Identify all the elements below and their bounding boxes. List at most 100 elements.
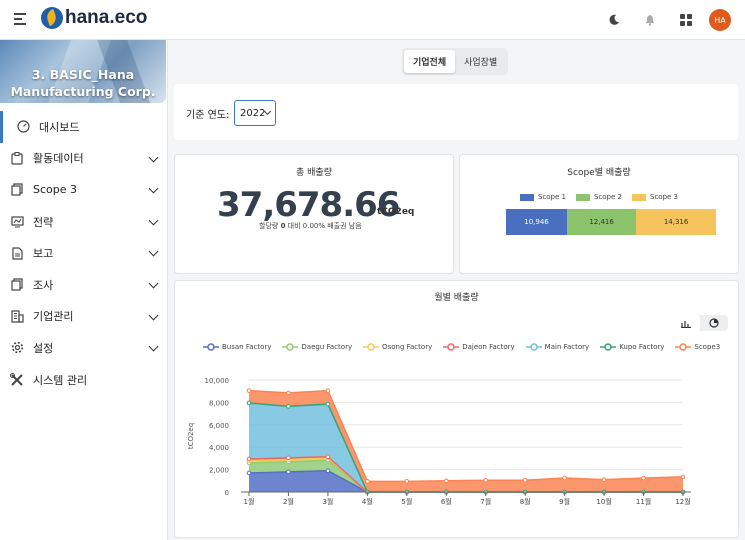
x-tick-label: 10월 [596,497,611,506]
x-tick-label: 2월 [283,497,294,506]
sidebar-item-label: 시스템 관리 [33,373,88,387]
logo-text: hana.eco [65,7,148,28]
chevron-down-icon [148,341,159,352]
x-tick-label: 12월 [675,497,690,506]
data-point [325,388,331,393]
x-tick-label: 7월 [480,497,491,506]
data-point [680,474,686,480]
menu-icon[interactable] [14,13,26,25]
y-tick-label: 0 [225,489,229,497]
monthly-area-chart: 0 2,000 4,000 6,000 8,000 10,000 tCO2eq 1월 2월 3월 4… [187,377,691,506]
total-emissions-unit: tCO2eq [377,207,415,217]
data-point [286,455,291,461]
view-tabs: 기업전체 사업장별 [402,48,509,75]
data-point [601,477,607,482]
data-point [246,456,252,462]
year-select[interactable]: 2022 [234,100,276,126]
x-tick-label: 9월 [559,497,570,506]
x-tick-label: 1월 [244,497,255,506]
y-tick-label: 8,000 [209,399,229,407]
scope-emissions-title: Scope별 배출량 [567,168,631,178]
sidebar-item-label: 전략 [33,215,54,229]
data-point [404,479,410,484]
year-filter-label: 기준 연도: [186,110,230,121]
data-point [522,477,528,483]
data-point [562,475,567,481]
clipboard-icon [10,151,24,165]
gear-icon [10,341,24,355]
x-tick-label: 8월 [520,497,531,506]
data-point [246,388,252,393]
x-tick-label: 3월 [322,497,333,506]
x-tick-label: 6월 [441,497,452,506]
sidebar-item-label: 기업관리 [33,310,74,324]
sidebar-item-label: 활동데이터 [33,152,84,166]
sidebar-item-label: 대시보드 [39,120,80,134]
chevron-down-icon [148,183,159,194]
total-emissions-value: 37,678.66 [217,185,400,225]
scope-emissions-card: Scope별 배출량 Scope 1 Scope 2 Scope 3 10,94… [459,154,739,274]
moon-icon[interactable] [603,9,625,31]
data-point [483,477,489,483]
chevron-down-icon [148,152,159,163]
sidebar: 3. BASIC_Hana Manufacturing Corp. 대시보드 활… [0,40,168,540]
y-tick-label: 4,000 [209,444,229,452]
logo-mark-icon [41,7,63,29]
x-tick-label: 11월 [636,497,651,506]
x-tick-label: 5월 [401,497,412,506]
sidebar-item-scope3[interactable]: Scope 3 [0,174,167,206]
company-banner: 3. BASIC_Hana Manufacturing Corp. [0,40,166,103]
y-tick-label: 6,000 [209,422,229,430]
bell-icon[interactable] [639,9,661,31]
tab-company-total[interactable]: 기업전체 [404,50,456,73]
sidebar-item-company[interactable]: 기업관리 [0,301,167,333]
apps-grid-icon[interactable] [675,9,697,31]
legend-scope3[interactable]: Scope 3 [632,193,678,201]
copy-icon [10,183,24,197]
sidebar-item-dashboard[interactable]: 대시보드 [0,111,167,143]
scope-bar-segment-1[interactable]: 10,946 [506,209,567,235]
company-name-line2: Manufacturing Corp. [10,84,156,99]
x-tick-label: 4월 [362,497,373,506]
copy-icon [10,278,24,292]
scope-bar-segment-3[interactable]: 14,316 [636,209,716,235]
sidebar-item-label: 조사 [33,278,54,292]
data-point [325,401,331,407]
sidebar-item-label: 설정 [33,341,54,355]
sidebar-item-report[interactable]: 보고 [0,237,167,269]
total-emissions-title: 총 배출량 [296,168,332,178]
tab-by-site[interactable]: 사업장별 [455,50,506,73]
year-filter-panel: 기준 연도: 2022 [174,84,738,140]
sidebar-item-system-admin[interactable]: 시스템 관리 [0,364,167,396]
data-point [246,470,252,476]
tools-icon [10,372,24,387]
y-tick-label: 2,000 [209,467,229,475]
logo[interactable]: hana.eco [41,7,147,29]
sidebar-item-strategy[interactable]: 전략 [0,206,167,238]
chevron-down-icon [148,215,159,226]
legend-scope1[interactable]: Scope 1 [519,193,566,201]
scope-stacked-bar: 10,946 12,416 14,316 [506,209,716,235]
avatar[interactable]: HA [709,9,731,31]
company-name-line1: 3. BASIC_Hana [31,67,135,82]
data-point [365,479,370,484]
chevron-down-icon [148,278,159,289]
chevron-down-icon [148,246,159,257]
y-axis-label: tCO2eq [187,423,195,449]
chart-icon [10,215,24,229]
scope-bar-segment-2[interactable]: 12,416 [567,209,637,235]
sidebar-item-activity-data[interactable]: 활동데이터 [0,143,167,175]
sidebar-item-label: Scope 3 [33,183,78,197]
y-tick-label: 10,000 [205,377,230,385]
data-point [641,475,646,481]
legend-scope2[interactable]: Scope 2 [575,193,622,201]
allowance-note: 할당량 0 대비 0.00% 배출권 남음 [259,222,362,230]
total-emissions-card: 총 배출량 37,678.66 tCO2eq 할당량 0 대비 0.00% 배출… [174,154,454,274]
data-point [286,390,291,396]
sidebar-item-survey[interactable]: 조사 [0,269,167,301]
document-icon [10,246,24,260]
scope-legend: Scope 1 Scope 2 Scope 3 [460,193,738,201]
top-bar: hana.eco HA [0,0,745,40]
sidebar-item-settings[interactable]: 설정 [0,332,167,364]
chevron-down-icon [148,310,159,321]
